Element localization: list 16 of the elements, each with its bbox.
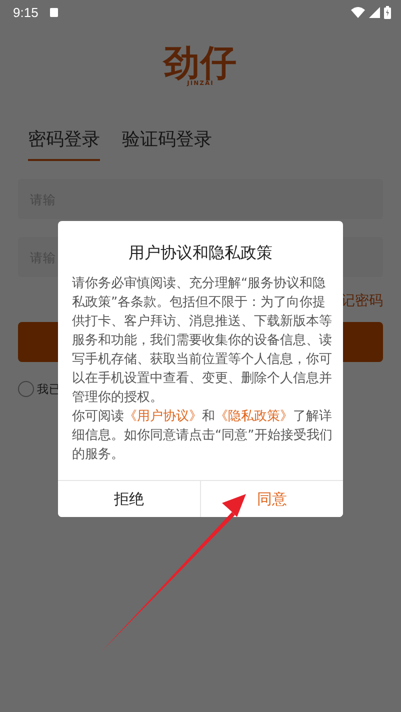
policy-link[interactable]: 《用户协议》 (124, 409, 202, 424)
notification-icon (50, 8, 58, 16)
battery-icon (384, 6, 391, 18)
checkbox[interactable] (18, 381, 34, 397)
dialog-paragraph: 请你务必审慎阅读、充分理解“服务协议和隐私政策”各条款。包括但不限于：为了向你提供打卡、客户拜访、消息推送、下载新版本等服务和功能，我们需要收集你的设备信息、读写手机存储、获取当前位置等个人信息，你可以在手机设置中查看、变更、删除个人信息并管理你的授权。 (72, 275, 333, 407)
dialog-title: 用户协议和隐私政策 (128, 243, 274, 264)
login-button-edge[interactable] (343, 322, 383, 362)
wifi-icon (351, 6, 365, 18)
login-button-edge[interactable] (18, 322, 58, 362)
status-time: 9:15 (13, 4, 38, 20)
login-tab[interactable]: 密码登录 (28, 123, 100, 161)
login-tab[interactable]: 验证码登录 (122, 123, 212, 161)
policy-link[interactable]: 《隐私政策》 (215, 409, 293, 424)
decline-button[interactable]: 拒绝 (58, 481, 201, 517)
signal-icon (369, 6, 380, 18)
dialog-paragraph: 你可阅读《用户协议》和《隐私政策》了解详细信息。如你同意请点击“同意”开始接受我们的服务。 (72, 408, 333, 464)
